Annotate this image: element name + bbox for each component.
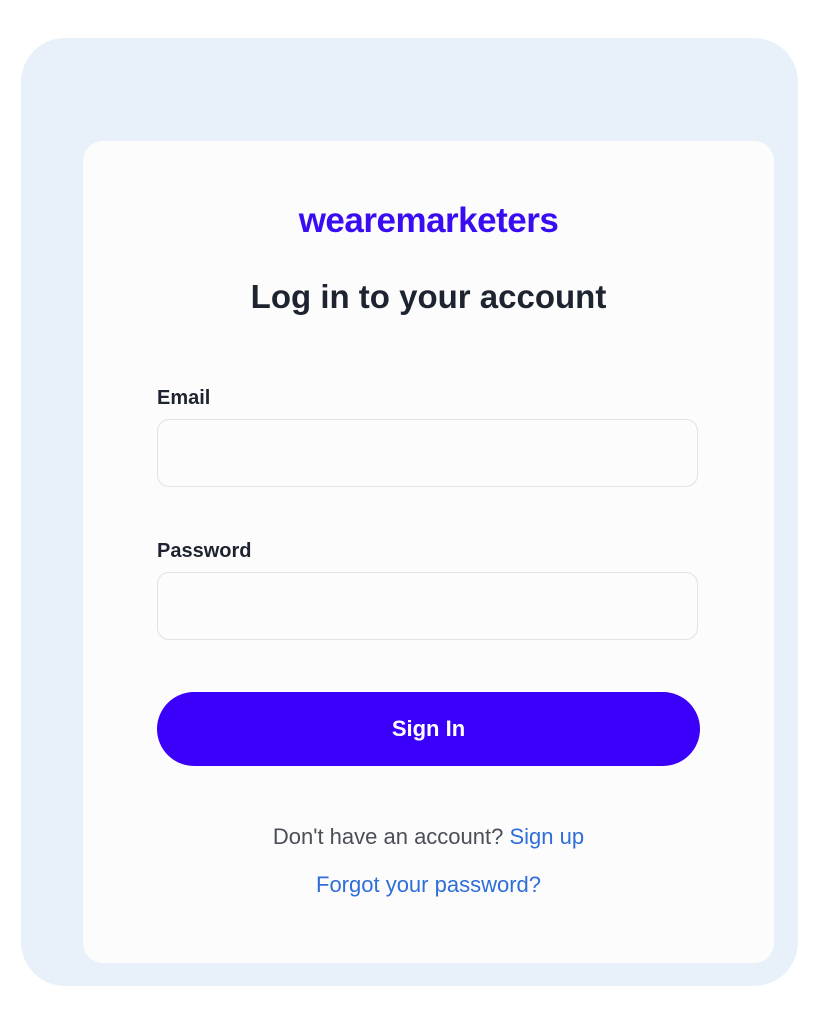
brand-logo: wearemarketers bbox=[298, 201, 559, 240]
email-field[interactable] bbox=[157, 419, 698, 487]
forgot-password-row: Forgot your password? bbox=[83, 871, 774, 899]
signup-prompt: Don't have an account? Sign up bbox=[83, 823, 774, 851]
page-title: Log in to your account bbox=[250, 278, 607, 315]
no-account-text: Don't have an account? bbox=[272, 824, 510, 849]
sign-in-button[interactable]: Sign In bbox=[157, 692, 700, 766]
forgot-password-link[interactable]: Forgot your password? bbox=[316, 872, 541, 897]
password-label: Password bbox=[157, 540, 252, 562]
sign-up-link[interactable]: Sign up bbox=[509, 824, 584, 849]
password-field[interactable] bbox=[157, 572, 698, 640]
page-background: wearemarketers Log in to your account Em… bbox=[21, 38, 798, 986]
email-label: Email bbox=[157, 387, 211, 409]
login-card: wearemarketers Log in to your account Em… bbox=[83, 141, 774, 963]
